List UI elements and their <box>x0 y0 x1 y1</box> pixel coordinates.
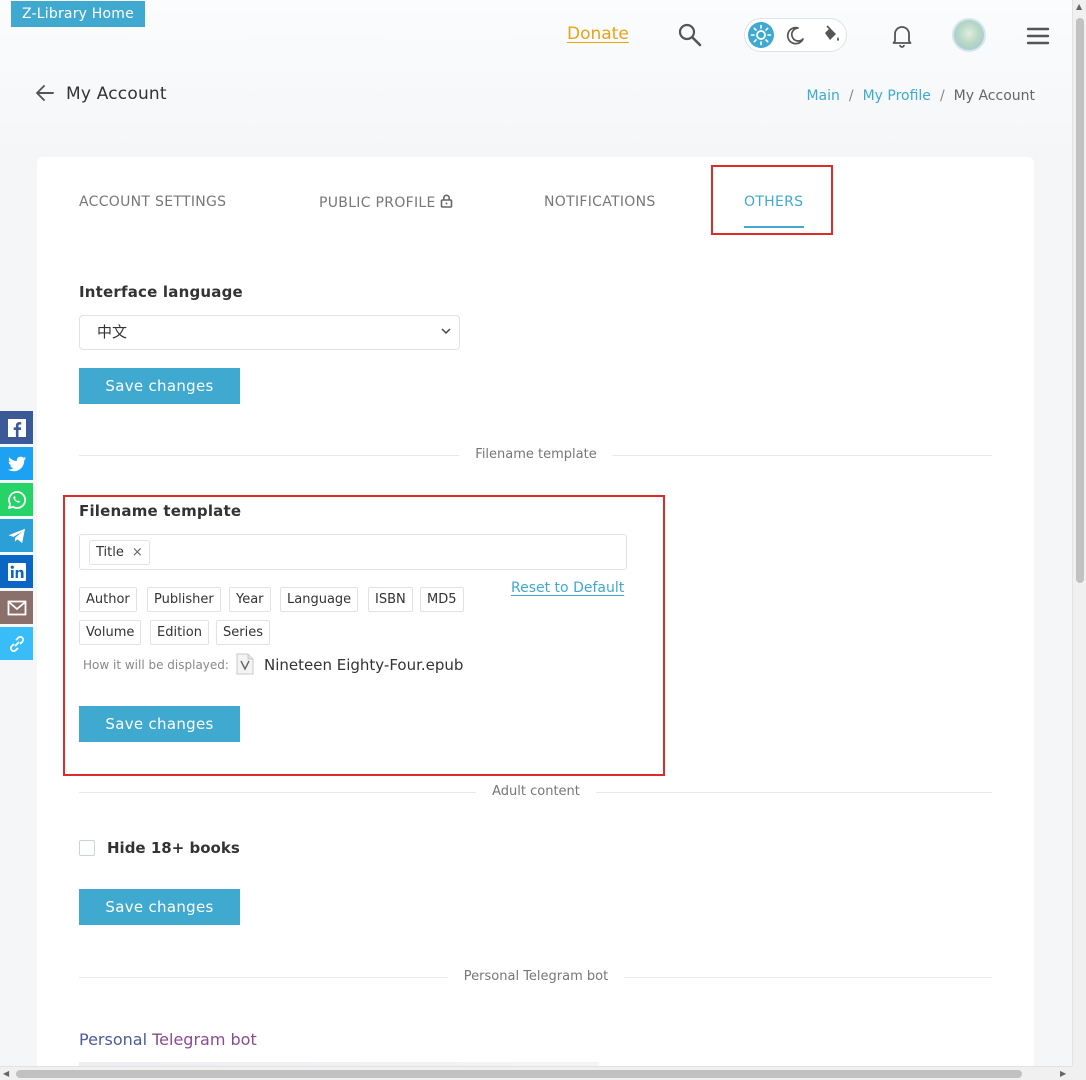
telegram-share-icon[interactable] <box>0 519 33 552</box>
save-adult-content-button[interactable]: Save changes <box>79 889 240 925</box>
page: Z-Library Home Donate My Account Main / My… <box>0 0 1072 1066</box>
linkedin-share-icon[interactable] <box>0 555 33 588</box>
preview-filename: Nineteen Eighty-Four.epub <box>264 656 464 674</box>
page-title: My Account <box>66 84 167 104</box>
tab-public-profile-label: PUBLIC PROFILE <box>319 195 436 211</box>
tab-public-profile[interactable]: PUBLIC PROFILE <box>319 194 453 212</box>
vertical-scrollbar-thumb[interactable] <box>1076 18 1084 583</box>
horizontal-scrollbar[interactable]: ◀ ▶ <box>0 1066 1072 1080</box>
filename-template-input[interactable]: Title × <box>79 534 627 570</box>
scroll-left-arrow-icon[interactable]: ◀ <box>3 1069 9 1078</box>
preview-label: How it will be displayed: <box>83 658 229 672</box>
moon-icon[interactable] <box>783 22 809 48</box>
interface-language-select[interactable]: 中文 <box>79 315 460 350</box>
telegram-bot-title-part2: Telegram bot <box>152 1030 257 1049</box>
account-card: ACCOUNT SETTINGS PUBLIC PROFILE NOTIFICA… <box>37 157 1034 1066</box>
filename-template-label: Filename template <box>79 502 242 520</box>
tag-chip-title: Title × <box>89 540 150 565</box>
hide-adult-checkbox[interactable] <box>79 840 95 856</box>
hamburger-menu-icon[interactable] <box>1026 26 1050 46</box>
breadcrumb: Main / My Profile / My Account <box>806 88 1035 104</box>
email-share-icon[interactable] <box>0 591 33 624</box>
paint-bucket-icon[interactable] <box>817 22 843 48</box>
sun-icon[interactable] <box>748 22 774 48</box>
section-title-filename-template: Filename template <box>459 447 613 462</box>
interface-language-label: Interface language <box>79 283 243 301</box>
field-year-button[interactable]: Year <box>229 587 271 612</box>
interface-language-value: 中文 <box>97 323 128 341</box>
theme-switcher <box>744 18 847 52</box>
tag-chip-title-label: Title <box>96 545 124 560</box>
avatar[interactable] <box>952 18 986 52</box>
telegram-bot-title-part1: Personal <box>79 1030 148 1049</box>
save-filename-template-button[interactable]: Save changes <box>79 706 240 742</box>
field-author-button[interactable]: Author <box>79 587 137 612</box>
lock-icon <box>440 194 453 212</box>
back-arrow-icon[interactable] <box>35 84 55 102</box>
tab-account-settings[interactable]: ACCOUNT SETTINGS <box>79 194 226 210</box>
field-isbn-button[interactable]: ISBN <box>368 587 413 612</box>
section-title-telegram-bot: Personal Telegram bot <box>447 969 625 984</box>
donate-link[interactable]: Donate <box>567 24 629 44</box>
bell-icon[interactable] <box>890 23 914 49</box>
field-series-button[interactable]: Series <box>216 620 270 645</box>
tab-notifications[interactable]: NOTIFICATIONS <box>544 194 656 210</box>
copy-link-share-icon[interactable] <box>0 627 33 660</box>
field-language-button[interactable]: Language <box>280 587 359 612</box>
field-md5-button[interactable]: MD5 <box>420 587 464 612</box>
whatsapp-share-icon[interactable] <box>0 483 33 516</box>
field-edition-button[interactable]: Edition <box>150 620 209 645</box>
scrollbar-corner <box>1072 1066 1086 1080</box>
tab-highlight-box <box>711 165 833 235</box>
search-icon[interactable] <box>677 22 703 48</box>
scroll-right-arrow-icon[interactable]: ▶ <box>1060 1069 1066 1078</box>
field-volume-button[interactable]: Volume <box>79 620 142 645</box>
telegram-bot-title: Personal Telegram bot <box>79 1030 257 1049</box>
breadcrumb-my-profile[interactable]: My Profile <box>863 88 931 104</box>
save-language-button[interactable]: Save changes <box>79 368 240 404</box>
z-library-home-link[interactable]: Z-Library Home <box>11 1 145 27</box>
vertical-scrollbar[interactable]: ▲ <box>1072 0 1086 1066</box>
twitter-share-icon[interactable] <box>0 447 33 480</box>
scroll-up-arrow-icon[interactable]: ▲ <box>1076 2 1082 11</box>
hide-adult-label[interactable]: Hide 18+ books <box>107 839 240 857</box>
section-title-adult-content: Adult content <box>476 784 596 799</box>
remove-tag-icon[interactable]: × <box>132 545 143 560</box>
share-bar <box>0 411 33 663</box>
breadcrumb-current: My Account <box>953 88 1035 104</box>
horizontal-scrollbar-thumb[interactable] <box>16 1070 1022 1078</box>
facebook-share-icon[interactable] <box>0 411 33 444</box>
chevron-down-icon <box>441 328 451 335</box>
reset-to-default-link[interactable]: Reset to Default <box>511 580 624 596</box>
breadcrumb-main[interactable]: Main <box>806 88 839 104</box>
epub-file-icon <box>236 653 254 675</box>
field-publisher-button[interactable]: Publisher <box>147 587 221 612</box>
